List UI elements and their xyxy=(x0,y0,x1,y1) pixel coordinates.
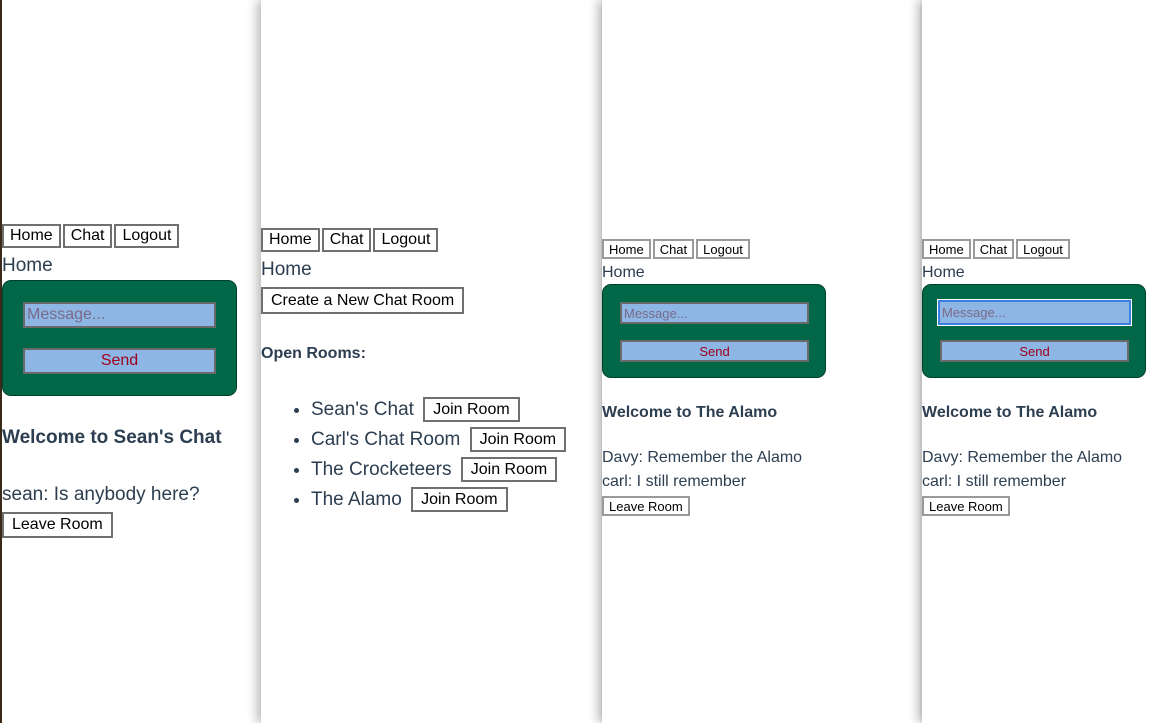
page-title: Home xyxy=(602,264,645,281)
nav-home-button[interactable]: Home xyxy=(261,228,320,252)
send-button[interactable]: Send xyxy=(620,340,809,362)
nav-chat-button[interactable]: Chat xyxy=(321,228,372,252)
room-name: Sean's Chat xyxy=(311,399,414,420)
room-name: The Crocketeers xyxy=(311,459,452,480)
message-form: Send xyxy=(2,280,237,396)
open-rooms-label: Open Rooms: xyxy=(261,345,366,362)
list-item: Sean's Chat Join Room xyxy=(311,397,566,427)
nav-logout-button[interactable]: Logout xyxy=(1016,239,1070,259)
nav-logout-button[interactable]: Logout xyxy=(373,228,439,252)
chat-message: sean: Is anybody here? xyxy=(2,484,200,505)
leave-room-button[interactable]: Leave Room xyxy=(922,496,1010,516)
nav-chat-button[interactable]: Chat xyxy=(972,239,1015,259)
join-room-button[interactable]: Join Room xyxy=(460,457,558,483)
list-item: Carl's Chat Room Join Room xyxy=(311,427,567,457)
send-button[interactable]: Send xyxy=(23,348,216,374)
room-list: Sean's Chat Join Room Carl's Chat Room J… xyxy=(261,397,567,517)
chat-panel-4: Home Chat Logout Home Send Welcome to Th… xyxy=(922,0,1174,723)
leave-room-button[interactable]: Leave Room xyxy=(2,512,113,538)
nav-home-button[interactable]: Home xyxy=(602,239,651,259)
chat-message: carl: I still remember xyxy=(602,473,747,490)
join-room-button[interactable]: Join Room xyxy=(411,487,508,513)
leave-room-button[interactable]: Leave Room xyxy=(602,496,690,516)
chat-message: Davy: Remember the Alamo xyxy=(602,449,803,466)
room-welcome-heading: Welcome to The Alamo xyxy=(602,404,778,421)
page-title: Home xyxy=(261,259,312,280)
message-input[interactable] xyxy=(23,302,216,328)
chat-message: Davy: Remember the Alamo xyxy=(922,449,1123,466)
join-room-button[interactable]: Join Room xyxy=(423,397,520,423)
message-input[interactable] xyxy=(938,300,1131,325)
message-form: Send xyxy=(922,284,1146,378)
page-title: Home xyxy=(922,264,965,281)
nav-chat-button[interactable]: Chat xyxy=(652,239,695,259)
list-item: The Crocketeers Join Room xyxy=(311,457,566,487)
chat-message: carl: I still remember xyxy=(922,473,1067,490)
rooms-panel: Home Chat Logout Home Create a New Chat … xyxy=(261,0,601,723)
nav-chat-button[interactable]: Chat xyxy=(62,224,113,248)
room-welcome-heading: Welcome to Sean's Chat xyxy=(2,427,222,448)
message-input[interactable] xyxy=(620,302,809,324)
list-item: The Alamo Join Room xyxy=(311,487,566,517)
room-name: Carl's Chat Room xyxy=(311,429,461,450)
room-welcome-heading: Welcome to The Alamo xyxy=(922,404,1098,421)
nav-logout-button[interactable]: Logout xyxy=(696,239,750,259)
nav-home-button[interactable]: Home xyxy=(2,224,61,248)
nav-home-button[interactable]: Home xyxy=(922,239,971,259)
chat-panel-1: Home Chat Logout Home Send Welcome to Se… xyxy=(0,0,260,723)
nav-bar: Home Chat Logout xyxy=(922,239,1072,259)
nav-bar: Home Chat Logout xyxy=(602,239,752,259)
nav-bar: Home Chat Logout xyxy=(261,228,440,252)
page-title: Home xyxy=(2,255,53,276)
create-chat-room-button[interactable]: Create a New Chat Room xyxy=(261,287,465,314)
room-name: The Alamo xyxy=(311,489,402,510)
nav-logout-button[interactable]: Logout xyxy=(114,224,180,248)
message-form: Send xyxy=(602,284,826,378)
join-room-button[interactable]: Join Room xyxy=(469,427,567,453)
nav-bar: Home Chat Logout xyxy=(2,224,181,248)
chat-panel-3: Home Chat Logout Home Send Welcome to Th… xyxy=(602,0,920,723)
send-button[interactable]: Send xyxy=(940,340,1129,362)
